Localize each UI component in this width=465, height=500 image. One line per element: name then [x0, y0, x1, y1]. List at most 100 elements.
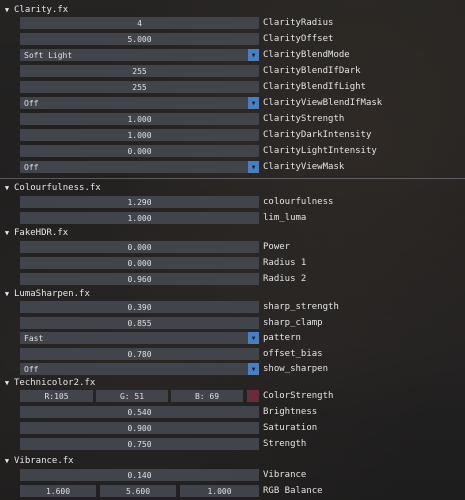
clarity-blend-mode-dropdown[interactable]: Soft Light ▼ [20, 49, 259, 61]
dropdown-arrow-icon[interactable]: ▼ [248, 332, 259, 344]
brightness-label: Brightness [263, 407, 318, 417]
row-lim-luma: 1.000 lim_luma [0, 212, 465, 225]
pattern-dropdown[interactable]: Fast ▼ [20, 332, 259, 344]
section-header-lumasharpen[interactable]: ▼ LumaSharpen.fx [0, 288, 465, 300]
collapse-arrow-icon[interactable]: ▼ [0, 379, 14, 387]
sharp-strength-slider[interactable]: 0.390 [20, 301, 259, 313]
strength-slider[interactable]: 0.750 [20, 438, 259, 450]
row-clarity-dark-intensity: 1.000 ClarityDarkIntensity [0, 129, 465, 142]
effects-settings-panel: ▼ Clarity.fx 4 ClarityRadius 5.000 Clari… [0, 0, 465, 500]
dropdown-arrow-icon[interactable]: ▼ [248, 97, 259, 109]
color-strength-label: ColorStrength [263, 391, 334, 401]
clarity-blend-if-light-slider[interactable]: 255 [20, 81, 259, 93]
clarity-blend-mode-label: ClarityBlendMode [263, 50, 350, 60]
clarity-view-blend-if-mask-dropdown[interactable]: Off ▼ [20, 97, 259, 109]
offset-bias-label: offset_bias [263, 349, 323, 359]
collapse-arrow-icon[interactable]: ▼ [0, 457, 14, 465]
color-strength-swatch[interactable] [247, 390, 259, 402]
row-clarity-blend-if-light: 255 ClarityBlendIfLight [0, 81, 465, 94]
color-strength-b-field[interactable]: B: 69 [171, 390, 243, 402]
color-strength-g-field[interactable]: G: 51 [96, 390, 168, 402]
row-rgb-balance: 1.600 5.600 1.000 RGB Balance [0, 485, 465, 498]
dropdown-arrow-icon[interactable]: ▼ [248, 161, 259, 173]
clarity-blend-if-dark-label: ClarityBlendIfDark [263, 66, 361, 76]
collapse-arrow-icon[interactable]: ▼ [0, 229, 14, 237]
clarity-blend-if-dark-slider[interactable]: 255 [20, 65, 259, 77]
colourfulness-label: colourfulness [263, 197, 334, 207]
row-saturation: 0.900 Saturation [0, 422, 465, 435]
row-colourfulness: 1.290 colourfulness [0, 196, 465, 209]
sharp-clamp-label: sharp_clamp [263, 318, 323, 328]
vibrance-slider[interactable]: 0.140 [20, 469, 259, 481]
row-sharp-clamp: 0.855 sharp_clamp [0, 317, 465, 330]
power-label: Power [263, 242, 291, 252]
row-clarity-view-mask: Off ▼ ClarityViewMask [0, 161, 465, 174]
dropdown-arrow-icon[interactable]: ▼ [248, 363, 259, 375]
colourfulness-slider[interactable]: 1.290 [20, 196, 259, 208]
clarity-dark-intensity-slider[interactable]: 1.000 [20, 129, 259, 141]
section-separator [0, 178, 465, 179]
row-pattern: Fast ▼ pattern [0, 332, 465, 345]
section-header-vibrance[interactable]: ▼ Vibrance.fx [0, 455, 465, 467]
lim-luma-slider[interactable]: 1.000 [20, 212, 259, 224]
row-vibrance: 0.140 Vibrance [0, 469, 465, 482]
row-clarity-light-intensity: 0.000 ClarityLightIntensity [0, 145, 465, 158]
row-clarity-radius: 4 ClarityRadius [0, 17, 465, 30]
row-color-strength: R:105 G: 51 B: 69 ColorStrength [0, 390, 465, 403]
sharp-strength-label: sharp_strength [263, 302, 339, 312]
dropdown-value: Soft Light [24, 50, 73, 60]
clarity-light-intensity-label: ClarityLightIntensity [263, 146, 377, 156]
clarity-light-intensity-slider[interactable]: 0.000 [20, 145, 259, 157]
dropdown-value: Fast [24, 333, 44, 343]
section-header-technicolor2[interactable]: ▼ Technicolor2.fx [0, 377, 465, 389]
radius-2-label: Radius 2 [263, 274, 307, 284]
power-slider[interactable]: 0.000 [20, 241, 259, 253]
section-title: Vibrance.fx [14, 456, 74, 466]
saturation-label: Saturation [263, 423, 318, 433]
radius-1-slider[interactable]: 0.000 [20, 257, 259, 269]
rgb-balance-b-field[interactable]: 1.000 [180, 485, 259, 497]
clarity-radius-slider[interactable]: 4 [20, 17, 259, 29]
section-header-clarity[interactable]: ▼ Clarity.fx [0, 4, 465, 16]
sharp-clamp-slider[interactable]: 0.855 [20, 317, 259, 329]
vibrance-label: Vibrance [263, 470, 307, 480]
row-clarity-view-blend-if-mask: Off ▼ ClarityViewBlendIfMask [0, 97, 465, 110]
row-clarity-offset: 5.000 ClarityOffset [0, 33, 465, 46]
row-radius-1: 0.000 Radius 1 [0, 257, 465, 270]
row-clarity-blend-mode: Soft Light ▼ ClarityBlendMode [0, 49, 465, 62]
collapse-arrow-icon[interactable]: ▼ [0, 184, 14, 192]
color-strength-r-field[interactable]: R:105 [20, 390, 93, 402]
dropdown-value: Off [24, 162, 39, 172]
row-clarity-strength: 1.000 ClarityStrength [0, 113, 465, 126]
row-brightness: 0.540 Brightness [0, 406, 465, 419]
brightness-slider[interactable]: 0.540 [20, 406, 259, 418]
lim-luma-label: lim_luma [263, 213, 307, 223]
section-header-fakehdr[interactable]: ▼ FakeHDR.fx [0, 227, 465, 239]
rgb-balance-r-field[interactable]: 1.600 [20, 485, 96, 497]
dropdown-arrow-icon[interactable]: ▼ [248, 49, 259, 61]
show-sharpen-dropdown[interactable]: Off ▼ [20, 363, 259, 375]
clarity-offset-slider[interactable]: 5.000 [20, 33, 259, 45]
strength-label: Strength [263, 439, 307, 449]
radius-2-slider[interactable]: 0.960 [20, 273, 259, 285]
offset-bias-slider[interactable]: 0.780 [20, 348, 259, 360]
clarity-view-mask-label: ClarityViewMask [263, 162, 345, 172]
collapse-arrow-icon[interactable]: ▼ [0, 290, 14, 298]
rgb-balance-g-field[interactable]: 5.600 [100, 485, 176, 497]
clarity-dark-intensity-label: ClarityDarkIntensity [263, 130, 372, 140]
saturation-slider[interactable]: 0.900 [20, 422, 259, 434]
show-sharpen-label: show_sharpen [263, 364, 329, 374]
clarity-strength-slider[interactable]: 1.000 [20, 113, 259, 125]
row-clarity-blend-if-dark: 255 ClarityBlendIfDark [0, 65, 465, 78]
section-title: LumaSharpen.fx [14, 289, 90, 299]
clarity-strength-label: ClarityStrength [263, 114, 345, 124]
section-title: FakeHDR.fx [14, 228, 69, 238]
row-offset-bias: 0.780 offset_bias [0, 348, 465, 361]
clarity-view-blend-if-mask-label: ClarityViewBlendIfMask [263, 98, 383, 108]
dropdown-value: Off [24, 98, 39, 108]
row-radius-2: 0.960 Radius 2 [0, 273, 465, 286]
section-header-colourfulness[interactable]: ▼ Colourfulness.fx [0, 182, 465, 194]
clarity-view-mask-dropdown[interactable]: Off ▼ [20, 161, 259, 173]
clarity-offset-label: ClarityOffset [263, 34, 334, 44]
collapse-arrow-icon[interactable]: ▼ [0, 6, 14, 14]
